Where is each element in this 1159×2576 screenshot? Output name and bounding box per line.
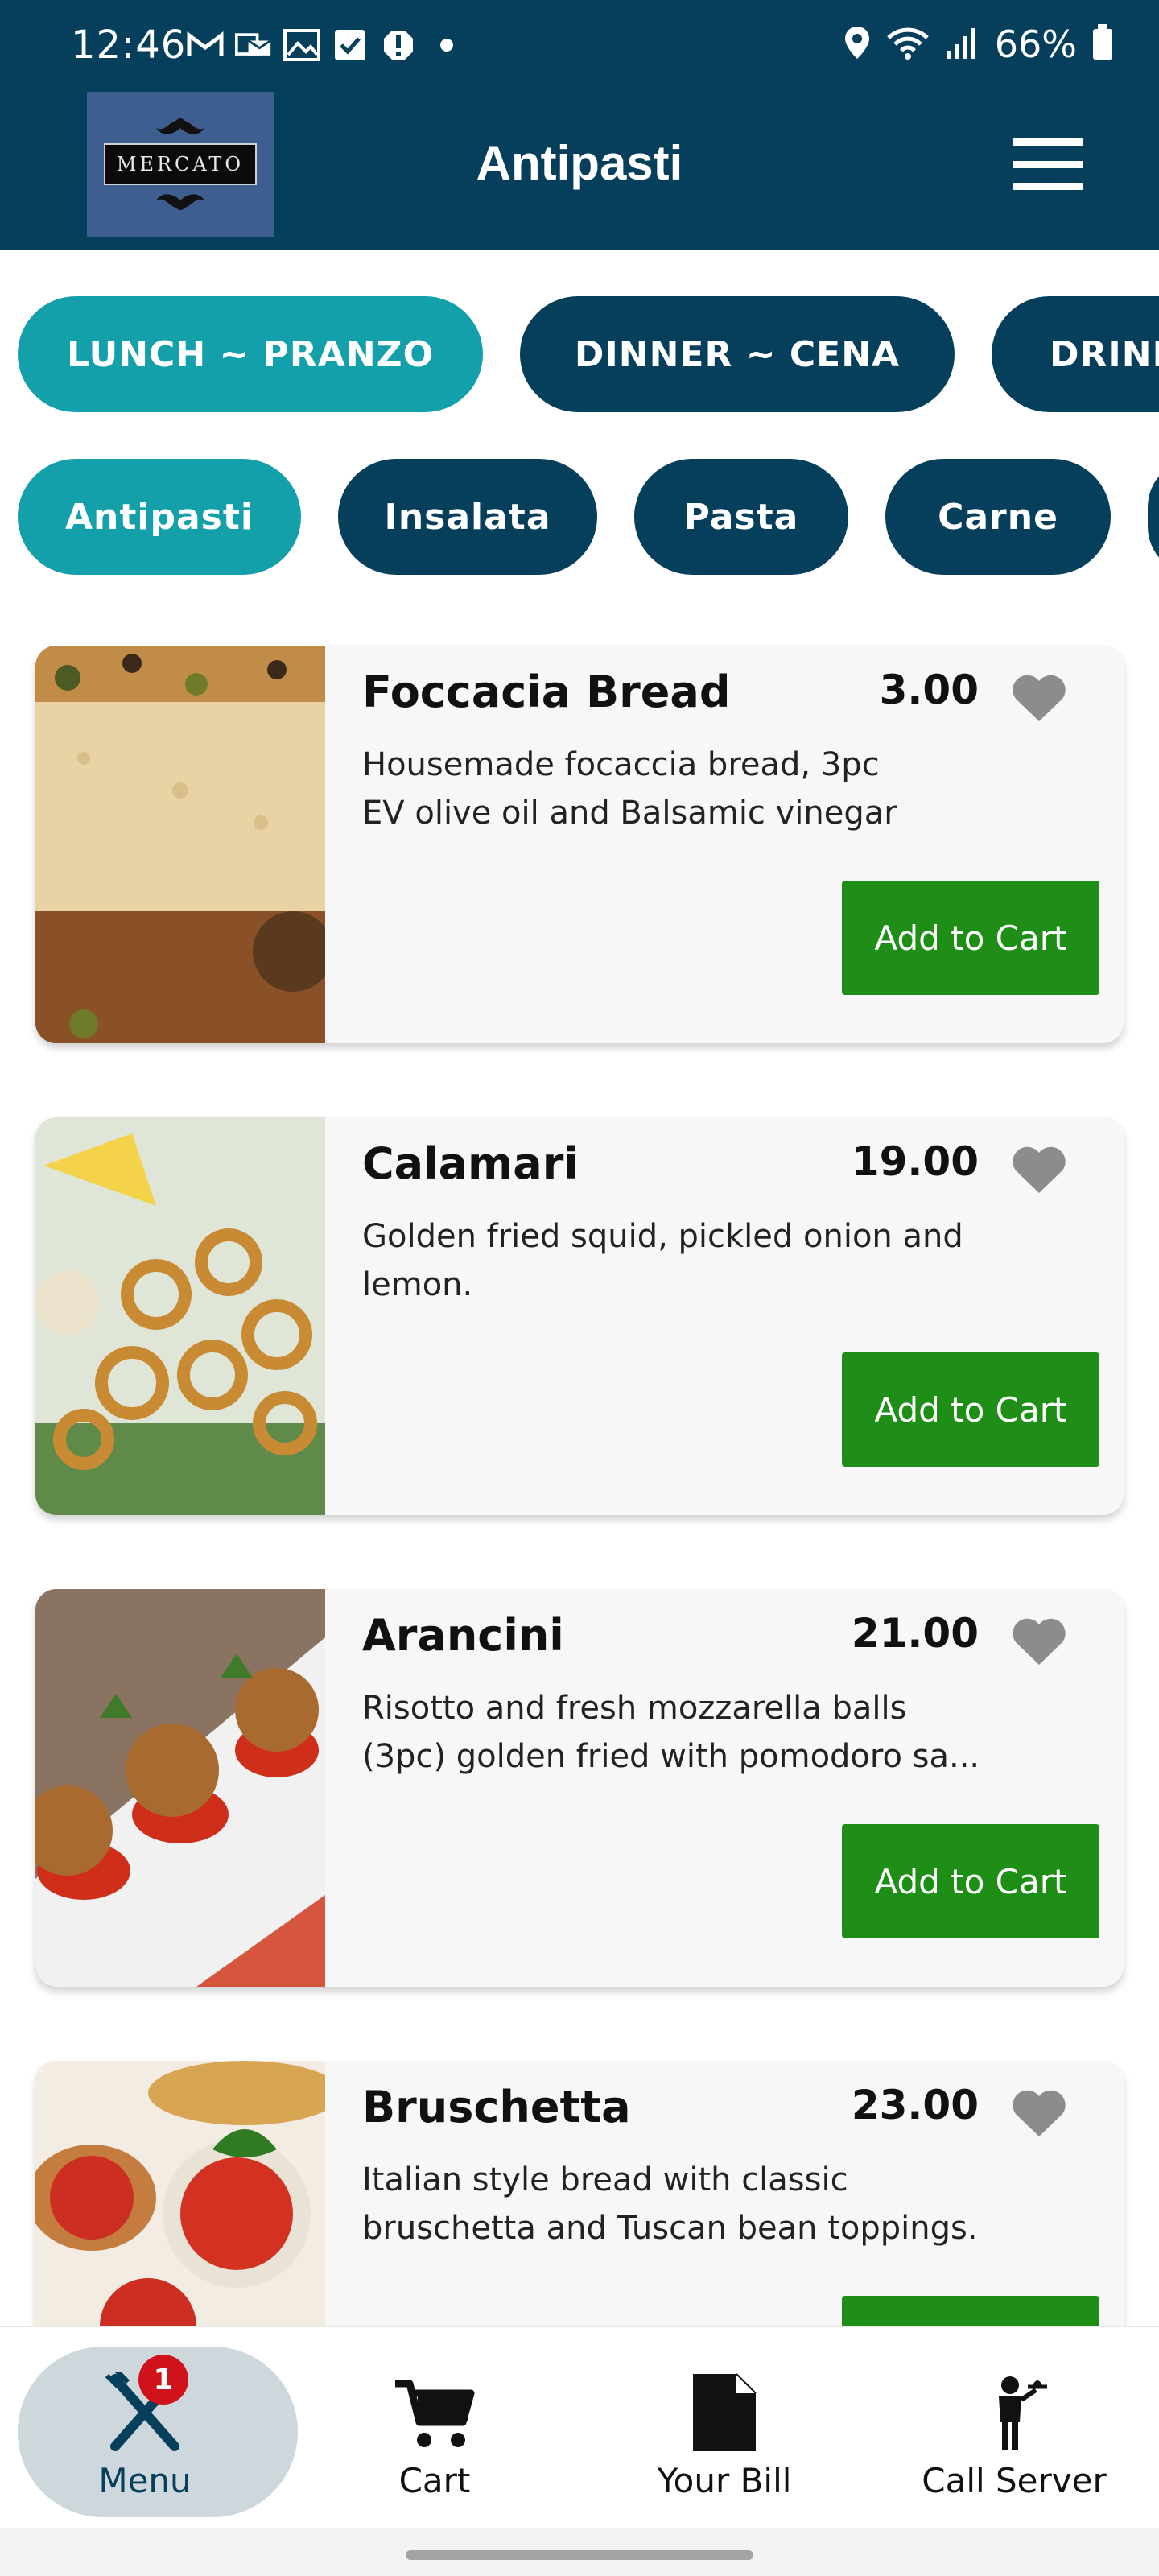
nav-menu[interactable]: 1 Menu — [0, 2327, 298, 2529]
nav-label: Call Server — [922, 2461, 1107, 2500]
heart-icon[interactable] — [1011, 1145, 1067, 1195]
add-to-cart-button[interactable]: Add to Cart — [842, 1824, 1099, 1938]
nav-your-bill[interactable]: Your Bill — [580, 2327, 869, 2529]
checkbox-icon — [332, 29, 369, 61]
item-price: 21.00 — [851, 1610, 979, 1657]
tab-insalata[interactable]: Insalata — [338, 459, 597, 575]
item-price: 19.00 — [851, 1138, 979, 1185]
cart-count-badge: 1 — [138, 2355, 188, 2405]
cart-icon — [395, 2380, 475, 2447]
image-icon — [283, 29, 320, 61]
item-price: 3.00 — [879, 667, 979, 713]
status-time: 12:46 — [71, 23, 187, 68]
battery-icon — [1091, 24, 1114, 64]
arancini-photo — [35, 1589, 325, 1987]
heart-icon[interactable] — [1011, 1616, 1067, 1666]
document-icon — [693, 2373, 757, 2451]
meal-tabs: LUNCH ~ PRANZO DINNER ~ CENA DRINK — [0, 296, 1159, 412]
notification-icons — [187, 29, 465, 61]
nav-label: Menu — [98, 2461, 192, 2500]
waiter-icon — [999, 2376, 1047, 2450]
menu-item-card[interactable]: Calamari 19.00 Golden fried squid, pickl… — [35, 1117, 1124, 1515]
item-description: Risotto and fresh mozzarella balls (3pc)… — [362, 1690, 980, 1775]
home-gesture-bar[interactable] — [406, 2550, 753, 2560]
foccacia-photo — [35, 646, 325, 1043]
item-name: Foccacia Bread — [362, 667, 731, 717]
app-root: 12:46 66% MERCATO Antipasti LUNCH ~ PRAN… — [0, 0, 1159, 2576]
tab-antipasti[interactable]: Antipasti — [18, 459, 301, 575]
nav-label: Cart — [398, 2461, 471, 2500]
tab-dinner[interactable]: DINNER ~ CENA — [520, 296, 955, 412]
item-name: Calamari — [362, 1138, 579, 1189]
nav-call-server[interactable]: Call Server — [869, 2327, 1159, 2529]
location-icon — [843, 25, 871, 64]
item-description: Housemade focaccia bread, 3pc EV olive o… — [362, 746, 897, 832]
tab-lunch[interactable]: LUNCH ~ PRANZO — [18, 296, 483, 412]
battery-percentage: 66% — [994, 23, 1077, 66]
menu-item-list: Foccacia Bread 3.00 Housemade focaccia b… — [35, 646, 1124, 2533]
heart-icon[interactable] — [1011, 2088, 1067, 2138]
item-description: Italian style bread with classic brusche… — [362, 2161, 978, 2247]
system-icons: 66% — [843, 23, 1114, 66]
menu-item-card[interactable]: Foccacia Bread 3.00 Housemade focaccia b… — [35, 646, 1124, 1043]
add-to-cart-button[interactable]: Add to Cart — [842, 1352, 1099, 1467]
heart-icon[interactable] — [1011, 673, 1067, 723]
tab-pasta[interactable]: Pasta — [634, 459, 848, 575]
item-price: 23.00 — [851, 2082, 979, 2128]
logo-text: MERCATO — [103, 143, 258, 185]
tab-carne[interactable]: Carne — [885, 459, 1111, 575]
tab-next-partial[interactable] — [1148, 459, 1159, 575]
wifi-icon — [885, 25, 930, 64]
menu-item-card[interactable]: Arancini 21.00 Risotto and fresh mozzare… — [35, 1589, 1124, 1987]
signal-icon — [945, 27, 980, 62]
app-header: 12:46 66% MERCATO Antipasti — [0, 0, 1159, 250]
category-tabs: Antipasti Insalata Pasta Carne — [0, 459, 1159, 575]
item-description: Golden fried squid, pickled onion and le… — [362, 1218, 963, 1303]
dot-icon — [428, 29, 465, 61]
restaurant-logo[interactable]: MERCATO — [87, 92, 274, 237]
nav-cart[interactable]: Cart — [290, 2327, 580, 2529]
add-to-cart-button[interactable]: Add to Cart — [842, 881, 1099, 995]
nav-label: Your Bill — [657, 2461, 792, 2500]
gmail-icon — [187, 29, 224, 61]
bottom-navigation: 1 Menu Cart Your Bill Call Server — [0, 2326, 1159, 2528]
mail-icon — [235, 29, 272, 61]
item-name: Arancini — [362, 1610, 564, 1661]
alert-icon — [380, 29, 417, 61]
tab-drink[interactable]: DRINK — [992, 296, 1159, 412]
hamburger-icon[interactable] — [1013, 138, 1083, 190]
item-name: Bruschetta — [362, 2082, 631, 2132]
calamari-photo — [35, 1117, 325, 1515]
